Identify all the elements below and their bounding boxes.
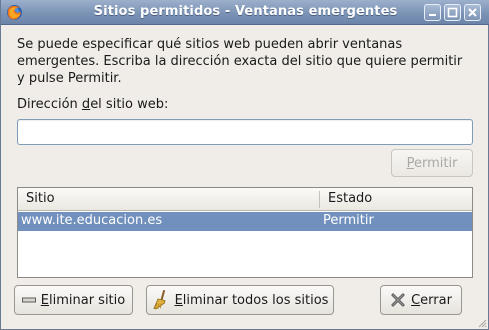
remove-text: liminar sitio xyxy=(48,292,126,308)
resize-grip-icon[interactable] xyxy=(477,318,487,328)
permit-label: Permitir xyxy=(407,156,458,171)
window-title: Sitios permitidos - Ventanas emergentes xyxy=(93,4,398,19)
permit-text: ermitir xyxy=(413,155,458,171)
x-close-icon xyxy=(391,293,405,307)
close-accel: C xyxy=(411,292,421,308)
remove-site-button[interactable]: Eliminar sitio xyxy=(14,285,133,315)
column-separator[interactable] xyxy=(319,191,320,208)
minus-icon xyxy=(21,297,36,303)
window-close-button[interactable] xyxy=(464,4,481,21)
close-icon xyxy=(468,8,477,17)
table-row[interactable]: www.ite.educacion.es Permitir xyxy=(18,212,472,231)
label-text: el sitio web: xyxy=(90,97,169,112)
cell-status: Permitir xyxy=(323,213,374,228)
minimize-icon xyxy=(429,14,436,16)
remove-all-label: Eliminar todos los sitios xyxy=(175,293,329,308)
remove-site-label: Eliminar sitio xyxy=(41,293,125,308)
label-text: Dirección xyxy=(17,97,82,112)
close-button[interactable]: Cerrar xyxy=(380,285,462,315)
remove-all-sites-button[interactable]: Eliminar todos los sitios xyxy=(146,285,334,315)
remove-accel: E xyxy=(40,292,49,308)
popup-exceptions-dialog: Sitios permitidos - Ventanas emergentes … xyxy=(0,0,489,330)
label-accel: d xyxy=(81,97,91,112)
site-address-input[interactable] xyxy=(17,119,473,145)
title-bar[interactable]: Sitios permitidos - Ventanas emergentes xyxy=(1,0,489,25)
sites-table[interactable]: Sitio Estado www.ite.educacion.es Permit… xyxy=(17,187,473,278)
permit-button[interactable]: Permitir xyxy=(391,149,473,177)
column-header-status[interactable]: Estado xyxy=(328,191,372,206)
maximize-icon xyxy=(447,7,458,18)
permit-accel: P xyxy=(406,155,414,171)
dialog-description: Se puede especificar qué sitios web pued… xyxy=(17,37,463,86)
close-text: errar xyxy=(420,292,452,308)
maximize-button[interactable] xyxy=(444,4,461,21)
close-label: Cerrar xyxy=(411,293,452,308)
table-header: Sitio Estado xyxy=(18,188,472,211)
column-header-site[interactable]: Sitio xyxy=(26,191,55,206)
remove-all-text: liminar todos los sitios xyxy=(182,292,329,308)
cell-site: www.ite.educacion.es xyxy=(21,213,163,228)
remove-all-accel: E xyxy=(174,292,183,308)
site-address-label: Dirección del sitio web: xyxy=(17,97,168,112)
broom-icon xyxy=(153,290,166,310)
minimize-button[interactable] xyxy=(424,4,441,21)
